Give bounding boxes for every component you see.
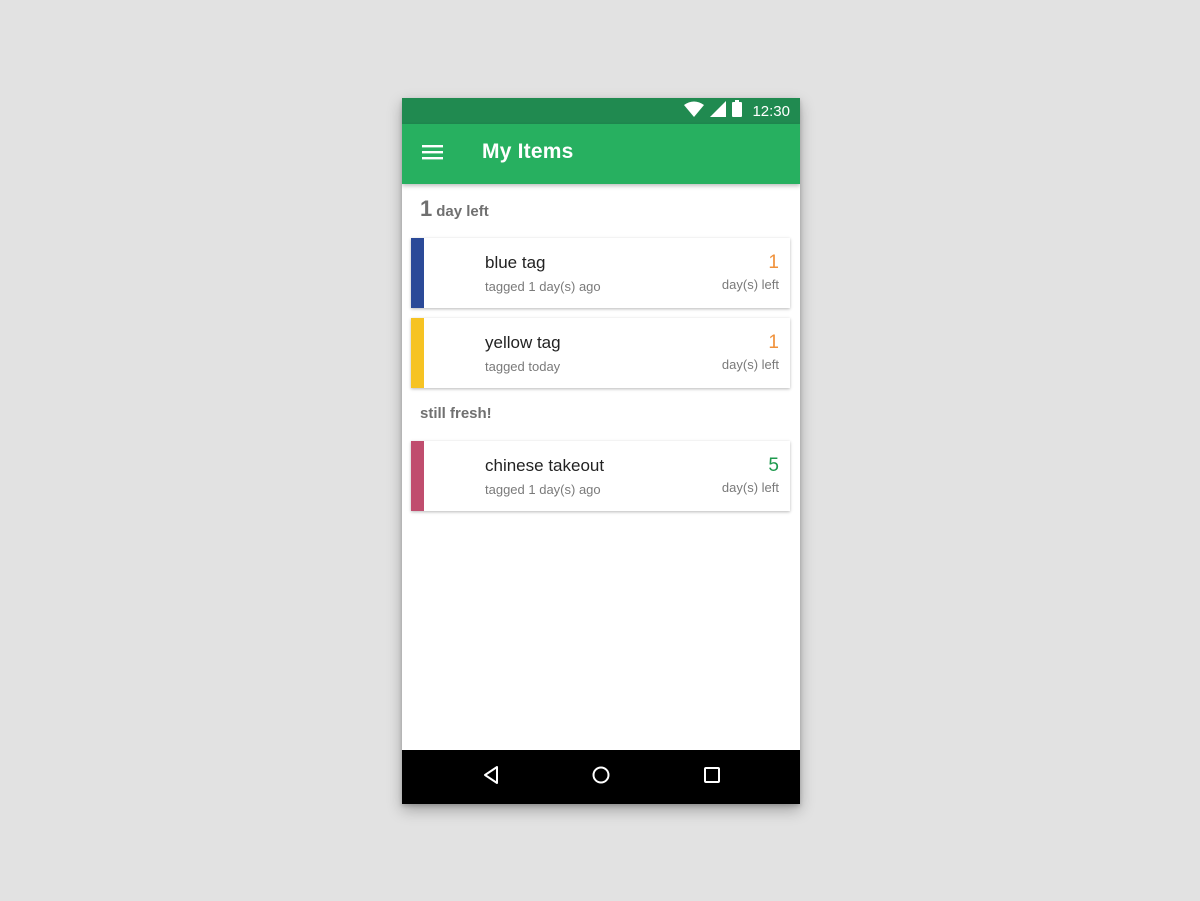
days-left-label: day(s) left: [721, 480, 779, 495]
item-list: 1 day left blue tag tagged 1 day(s) ago 1…: [402, 184, 800, 750]
days-left-label: day(s) left: [721, 277, 779, 292]
section-header-label: still fresh!: [420, 405, 492, 422]
recents-icon: [702, 765, 722, 790]
wifi-icon: [684, 101, 705, 122]
menu-button[interactable]: [416, 140, 450, 168]
status-bar: 12:30: [402, 98, 800, 124]
section-header-label: day left: [436, 203, 489, 220]
page-title: My Items: [482, 140, 574, 163]
item-tagged-date: tagged today: [485, 359, 561, 374]
tag-color-stripe: [411, 238, 424, 308]
days-left-count: 5: [768, 455, 779, 476]
days-left-label: day(s) left: [721, 357, 779, 372]
section-header-number: 1: [420, 196, 433, 221]
recents-button[interactable]: [697, 763, 727, 791]
days-left-count: 1: [768, 252, 779, 273]
section-header-fresh: still fresh!: [420, 405, 492, 422]
status-icons: 12:30: [684, 98, 790, 124]
cell-signal-icon: [710, 100, 727, 122]
battery-icon: [732, 100, 743, 122]
list-item[interactable]: blue tag tagged 1 day(s) ago 1 day(s) le…: [411, 238, 790, 308]
tag-color-stripe: [411, 441, 424, 511]
item-name: chinese takeout: [485, 456, 605, 475]
home-button[interactable]: [586, 763, 616, 791]
list-item[interactable]: chinese takeout tagged 1 day(s) ago 5 da…: [411, 441, 790, 511]
item-tagged-date: tagged 1 day(s) ago: [485, 482, 601, 497]
item-name: yellow tag: [485, 333, 561, 352]
back-button[interactable]: [476, 763, 506, 791]
home-icon: [591, 765, 611, 790]
list-item[interactable]: yellow tag tagged today 1 day(s) left: [411, 318, 790, 388]
app-bar: My Items: [402, 124, 800, 184]
status-time: 12:30: [752, 102, 790, 120]
tag-color-stripe: [411, 318, 424, 388]
navigation-bar: [402, 750, 800, 804]
days-left-count: 1: [768, 332, 779, 353]
item-tagged-date: tagged 1 day(s) ago: [485, 279, 601, 294]
section-header-days-left: 1 day left: [420, 196, 489, 222]
back-icon: [481, 765, 501, 790]
item-name: blue tag: [485, 253, 546, 272]
phone-screen: 12:30 My Items 1 day left blue tag tagged…: [402, 98, 800, 804]
hamburger-menu-icon: [422, 144, 444, 165]
